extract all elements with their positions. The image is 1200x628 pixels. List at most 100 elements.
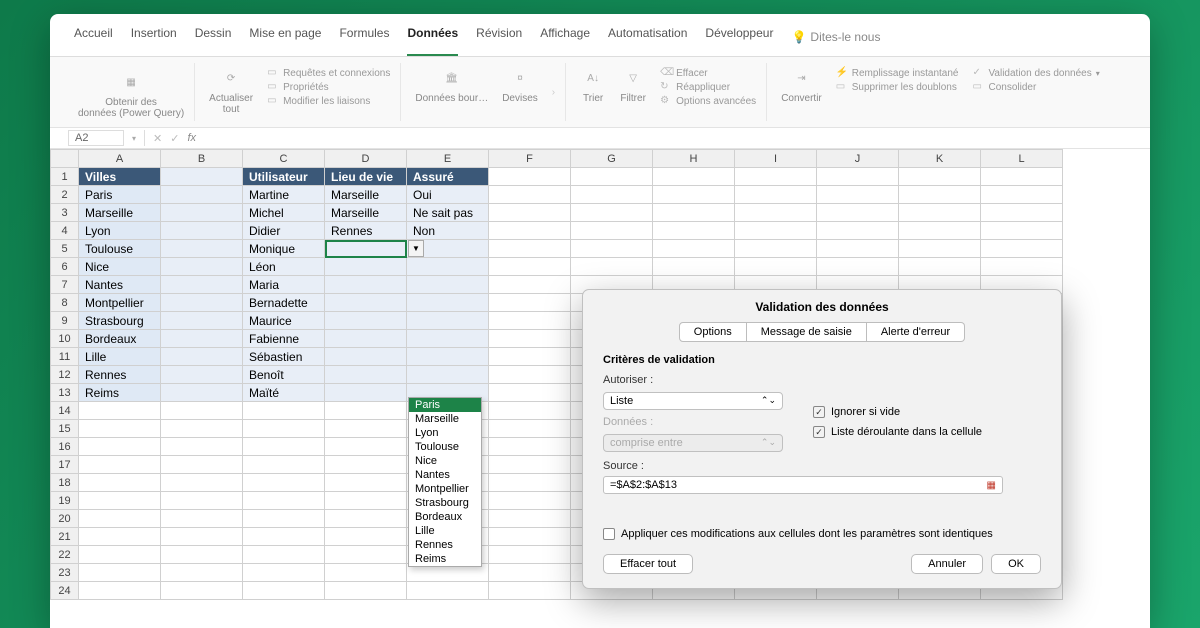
cell[interactable] <box>817 240 899 258</box>
cell[interactable] <box>243 582 325 600</box>
cell[interactable] <box>243 402 325 420</box>
cell[interactable] <box>899 186 981 204</box>
cell[interactable] <box>161 330 243 348</box>
cell[interactable] <box>653 258 735 276</box>
cell[interactable]: Lille <box>79 348 161 366</box>
row-header[interactable]: 3 <box>51 204 79 222</box>
cell[interactable] <box>243 528 325 546</box>
row-header[interactable]: 14 <box>51 402 79 420</box>
cell[interactable]: Rennes <box>325 222 407 240</box>
cell[interactable] <box>161 312 243 330</box>
dialog-tab-input-message[interactable]: Message de saisie <box>747 322 867 342</box>
cell[interactable] <box>653 222 735 240</box>
dropdown-option[interactable]: Reims <box>409 552 481 566</box>
consolidate-button[interactable]: ▭Consolider <box>973 81 1037 93</box>
row-header[interactable]: 1 <box>51 168 79 186</box>
cell[interactable] <box>161 366 243 384</box>
cell[interactable] <box>407 348 489 366</box>
row-header[interactable]: 17 <box>51 456 79 474</box>
row-header[interactable]: 23 <box>51 564 79 582</box>
cell[interactable] <box>161 240 243 258</box>
cell[interactable] <box>981 204 1063 222</box>
cell[interactable] <box>161 186 243 204</box>
refresh-icon[interactable]: ⟳ <box>218 65 244 91</box>
cell[interactable] <box>571 168 653 186</box>
tell-me[interactable]: 💡 Dites-le nous <box>791 22 880 56</box>
cell[interactable] <box>243 438 325 456</box>
dropdown-option[interactable]: Rennes <box>409 538 481 552</box>
cell[interactable]: Oui <box>407 186 489 204</box>
cell[interactable] <box>325 438 407 456</box>
col-header-k[interactable]: K <box>899 150 981 168</box>
cell[interactable] <box>325 258 407 276</box>
cell[interactable] <box>161 438 243 456</box>
dropdown-option[interactable]: Nantes <box>409 468 481 482</box>
cell[interactable] <box>489 474 571 492</box>
cell[interactable] <box>243 546 325 564</box>
cell[interactable] <box>735 240 817 258</box>
ignore-blank-checkbox[interactable]: ✓Ignorer si vide <box>813 406 982 418</box>
cell[interactable] <box>489 420 571 438</box>
cell[interactable] <box>161 564 243 582</box>
cell[interactable] <box>653 204 735 222</box>
cell[interactable] <box>981 258 1063 276</box>
row-header[interactable]: 16 <box>51 438 79 456</box>
cell[interactable] <box>79 402 161 420</box>
cell[interactable] <box>571 186 653 204</box>
cell[interactable]: Marseille <box>79 204 161 222</box>
data-validation-button[interactable]: ✓Validation des données ▾ <box>973 67 1100 79</box>
cell[interactable] <box>489 582 571 600</box>
cell[interactable]: Sébastien <box>243 348 325 366</box>
cell[interactable]: Fabienne <box>243 330 325 348</box>
cell[interactable] <box>325 312 407 330</box>
cell[interactable] <box>571 258 653 276</box>
cell[interactable] <box>325 456 407 474</box>
cell[interactable] <box>161 546 243 564</box>
cell[interactable]: Villes <box>79 168 161 186</box>
cell[interactable] <box>653 186 735 204</box>
col-header-d[interactable]: D <box>325 150 407 168</box>
cell[interactable] <box>79 582 161 600</box>
tab-donnees[interactable]: Données <box>407 22 458 56</box>
dropdown-option[interactable]: Toulouse <box>409 440 481 454</box>
cell[interactable] <box>817 168 899 186</box>
row-header[interactable]: 11 <box>51 348 79 366</box>
cell[interactable] <box>79 474 161 492</box>
cell[interactable] <box>325 402 407 420</box>
cell[interactable] <box>981 186 1063 204</box>
cell[interactable] <box>161 420 243 438</box>
cell[interactable] <box>489 546 571 564</box>
row-header[interactable]: 6 <box>51 258 79 276</box>
cell[interactable] <box>325 294 407 312</box>
row-header[interactable]: 8 <box>51 294 79 312</box>
cell[interactable] <box>325 546 407 564</box>
dropdown-option[interactable]: Nice <box>409 454 481 468</box>
tab-automatisation[interactable]: Automatisation <box>608 22 687 56</box>
cell[interactable] <box>571 222 653 240</box>
dropdown-option[interactable]: Montpellier <box>409 482 481 496</box>
dropdown-option[interactable]: Marseille <box>409 412 481 426</box>
col-header-a[interactable]: A <box>79 150 161 168</box>
cell[interactable] <box>735 186 817 204</box>
tab-accueil[interactable]: Accueil <box>74 22 113 56</box>
cell[interactable] <box>79 438 161 456</box>
cell[interactable] <box>981 222 1063 240</box>
col-header-j[interactable]: J <box>817 150 899 168</box>
cell[interactable] <box>79 420 161 438</box>
row-header[interactable]: 5 <box>51 240 79 258</box>
cell[interactable] <box>161 510 243 528</box>
row-header[interactable]: 21 <box>51 528 79 546</box>
remove-duplicates-button[interactable]: ▭Supprimer les doublons <box>836 81 957 93</box>
flash-fill-button[interactable]: ⚡Remplissage instantané <box>836 67 959 79</box>
cell[interactable]: Paris <box>79 186 161 204</box>
tab-insertion[interactable]: Insertion <box>131 22 177 56</box>
cell[interactable] <box>407 366 489 384</box>
cell[interactable] <box>653 168 735 186</box>
cell[interactable] <box>243 492 325 510</box>
confirm-icon[interactable]: ✓ <box>170 132 179 145</box>
cell[interactable] <box>161 222 243 240</box>
cell[interactable]: Bordeaux <box>79 330 161 348</box>
queries-button[interactable]: ▭Requêtes et connexions <box>267 67 390 79</box>
cell[interactable] <box>325 510 407 528</box>
stocks-icon[interactable]: 🏛 <box>439 65 465 91</box>
